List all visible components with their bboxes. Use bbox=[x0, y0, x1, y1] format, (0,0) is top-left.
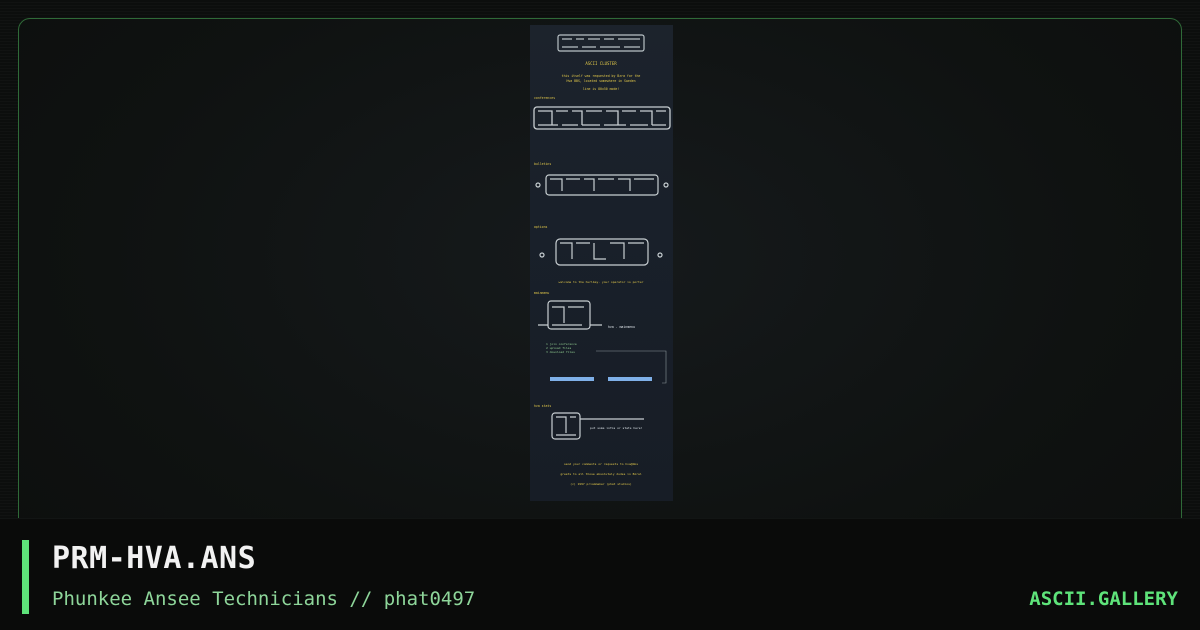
art-line: welcome to the hurlbay. your operator is… bbox=[559, 280, 644, 284]
art-line: greets to all those absolutely dudes in … bbox=[560, 472, 641, 476]
menu-item: 3 download files bbox=[546, 350, 575, 354]
art-line: send your comments or requests to hva@bb… bbox=[564, 462, 638, 466]
section-label: bulletins bbox=[534, 162, 551, 166]
section-label: conferences bbox=[534, 96, 555, 100]
conferences-logo bbox=[533, 106, 671, 130]
art-line: put some infos or stats here! bbox=[590, 426, 643, 430]
section-label: options bbox=[534, 225, 548, 229]
art-line: Hva BBS, located somewhere in Sweden bbox=[566, 79, 635, 83]
art-line: this itself was requested by Bzra for th… bbox=[562, 74, 641, 78]
file-title: PRM-HVA.ANS bbox=[52, 541, 257, 576]
accent-bar bbox=[22, 540, 29, 614]
menu-highlight-bar bbox=[550, 377, 594, 381]
site-brand[interactable]: ASCII.GALLERY bbox=[1029, 588, 1178, 610]
art-line: (c) 1997 prismmaker (phat studios) bbox=[570, 482, 632, 486]
header-logo bbox=[557, 34, 645, 52]
art-line: ASCII CLUSTER bbox=[585, 61, 617, 66]
caption-bar: PRM-HVA.ANS Phunkee Ansee Technicians //… bbox=[0, 518, 1200, 630]
options-logo bbox=[539, 238, 663, 266]
mainmenu-logo bbox=[538, 300, 602, 330]
art-line: line is 80x50 mode! bbox=[583, 87, 620, 91]
bulletins-logo bbox=[535, 174, 669, 196]
menu-highlight-bar bbox=[608, 377, 652, 381]
art-line: hva - mainmenu bbox=[608, 325, 635, 329]
section-label: hva stats bbox=[534, 404, 551, 408]
section-label: mainmenu bbox=[534, 291, 549, 295]
group-author-line: Phunkee Ansee Technicians // phat0497 bbox=[52, 588, 476, 610]
ansi-artwork[interactable]: ASCII CLUSTER this itself was requested … bbox=[530, 25, 673, 501]
artwork-canvas: ASCII CLUSTER this itself was requested … bbox=[533, 34, 671, 486]
